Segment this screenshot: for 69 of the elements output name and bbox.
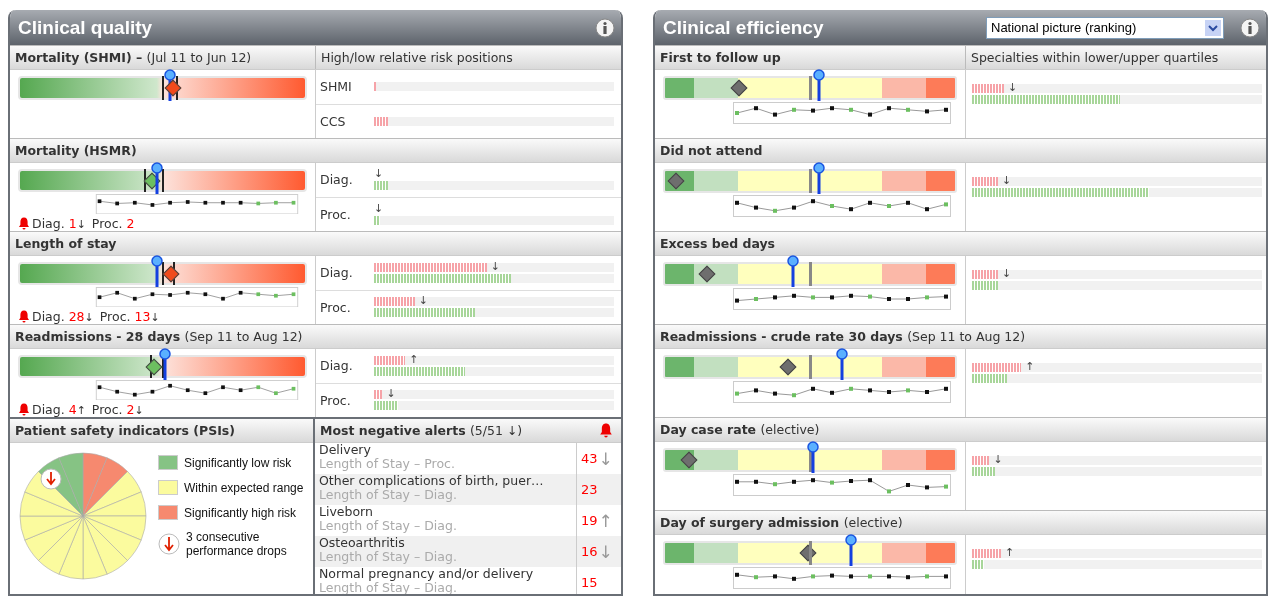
alert-measure: Length of Stay – Proc. — [319, 457, 456, 471]
section-title: Did not attend — [659, 142, 764, 160]
alert-measure: Length of Stay – Diag. — [319, 488, 458, 502]
panel-title: Clinical quality — [18, 16, 154, 39]
legend-label: Significantly high risk — [184, 505, 298, 520]
section-title: Excess bed days — [659, 235, 777, 253]
row-label: Diag. — [320, 172, 354, 188]
alert-count: 23 — [581, 482, 598, 497]
section-title: Most negative alerts (5/51 ↓) — [319, 422, 524, 440]
legend-label: Significantly low risk — [184, 455, 293, 470]
trend-arrow: ↓ — [598, 541, 613, 562]
legend-label: Within expected range — [184, 480, 304, 495]
alert-count: 43 — [581, 451, 598, 466]
view-select[interactable]: National picture (ranking) — [986, 16, 1224, 39]
section-title: Mortality (SHMI) – (Jul 11 to Jun 12) — [14, 49, 253, 67]
row-label: Diag. — [320, 358, 354, 374]
trend-arrow: ↑ — [409, 354, 419, 365]
alert-measure: Length of Stay – Diag. — [319, 519, 458, 533]
alert-count: 19 — [581, 513, 598, 528]
trend-arrow: ↓ — [374, 203, 385, 214]
section-title: Day of surgery admission (elective) — [659, 514, 904, 532]
alert-summary: Diag. 4↑ Proc. 2↓ — [32, 402, 145, 417]
row-label: Proc. — [320, 299, 352, 315]
section-title: First to follow up — [659, 49, 782, 67]
alert-measure: Length of Stay – Diag. — [319, 581, 458, 594]
bell-icon — [599, 423, 613, 438]
info-icon[interactable] — [595, 17, 615, 38]
trend-arrow: ↓ — [993, 455, 1003, 465]
row-label: CCS — [320, 113, 347, 129]
panel-title: Clinical efficiency — [663, 16, 825, 39]
trend-arrow: ↓ — [1007, 83, 1018, 93]
trend-arrow: ↓ — [1002, 176, 1012, 186]
alert-name[interactable]: Delivery — [319, 443, 576, 457]
alert-name[interactable]: Osteoarthritis — [319, 536, 576, 550]
column-header: Specialties within lower/upper quartiles — [965, 46, 1266, 69]
section-title: Readmissions - crude rate 30 days (Sep 11 to Aug 12) — [659, 328, 1027, 346]
trend-arrow: ↓ — [490, 261, 500, 272]
alert-measure: Length of Stay – Diag. — [319, 550, 458, 564]
alert-name[interactable]: Normal pregnancy and/or delivery — [319, 567, 576, 581]
alert-name[interactable]: Liveborn — [319, 505, 576, 519]
bell-icon — [18, 403, 30, 416]
alert-count: 16 — [581, 544, 598, 559]
trend-arrow: ↓ — [1002, 269, 1012, 279]
trend-arrow: ↓ — [418, 296, 428, 307]
row-label: SHMI — [320, 79, 353, 95]
legend-label: 3 consecutive performance drops — [186, 530, 288, 558]
trend-arrow: ↓ — [374, 169, 385, 180]
row-label: Diag. — [320, 265, 354, 281]
section-title: Length of stay — [14, 235, 118, 253]
bell-icon — [18, 217, 30, 230]
section-title: Patient safety indicators (PSIs) — [14, 422, 236, 440]
trend-arrow: ↓ — [386, 389, 396, 400]
section-title: Mortality (HSMR) — [14, 142, 138, 160]
trend-arrow: ↑ — [598, 510, 613, 531]
alert-name[interactable]: Other complications of birth, puer… — [319, 474, 576, 488]
dropdown-caret-icon — [1205, 19, 1221, 36]
info-icon[interactable] — [1240, 17, 1260, 38]
trend-arrow: ↓ — [598, 448, 613, 469]
section-title: Readmissions - 28 days (Sep 11 to Aug 12) — [14, 328, 304, 346]
bell-icon — [18, 310, 30, 323]
row-label: Proc. — [320, 206, 352, 222]
row-label: Proc. — [320, 392, 352, 408]
alert-summary: Diag. 1↓ Proc. 2 — [32, 216, 136, 231]
alert-summary: Diag. 28↓ Proc. 13↓ — [32, 309, 161, 324]
trend-arrow: ↑ — [1025, 362, 1035, 372]
trend-arrow: ↑ — [1005, 548, 1015, 558]
section-title: Day case rate (elective) — [659, 421, 821, 439]
alert-count: 15 — [581, 575, 598, 590]
column-header: High/low relative risk positions — [315, 46, 621, 69]
